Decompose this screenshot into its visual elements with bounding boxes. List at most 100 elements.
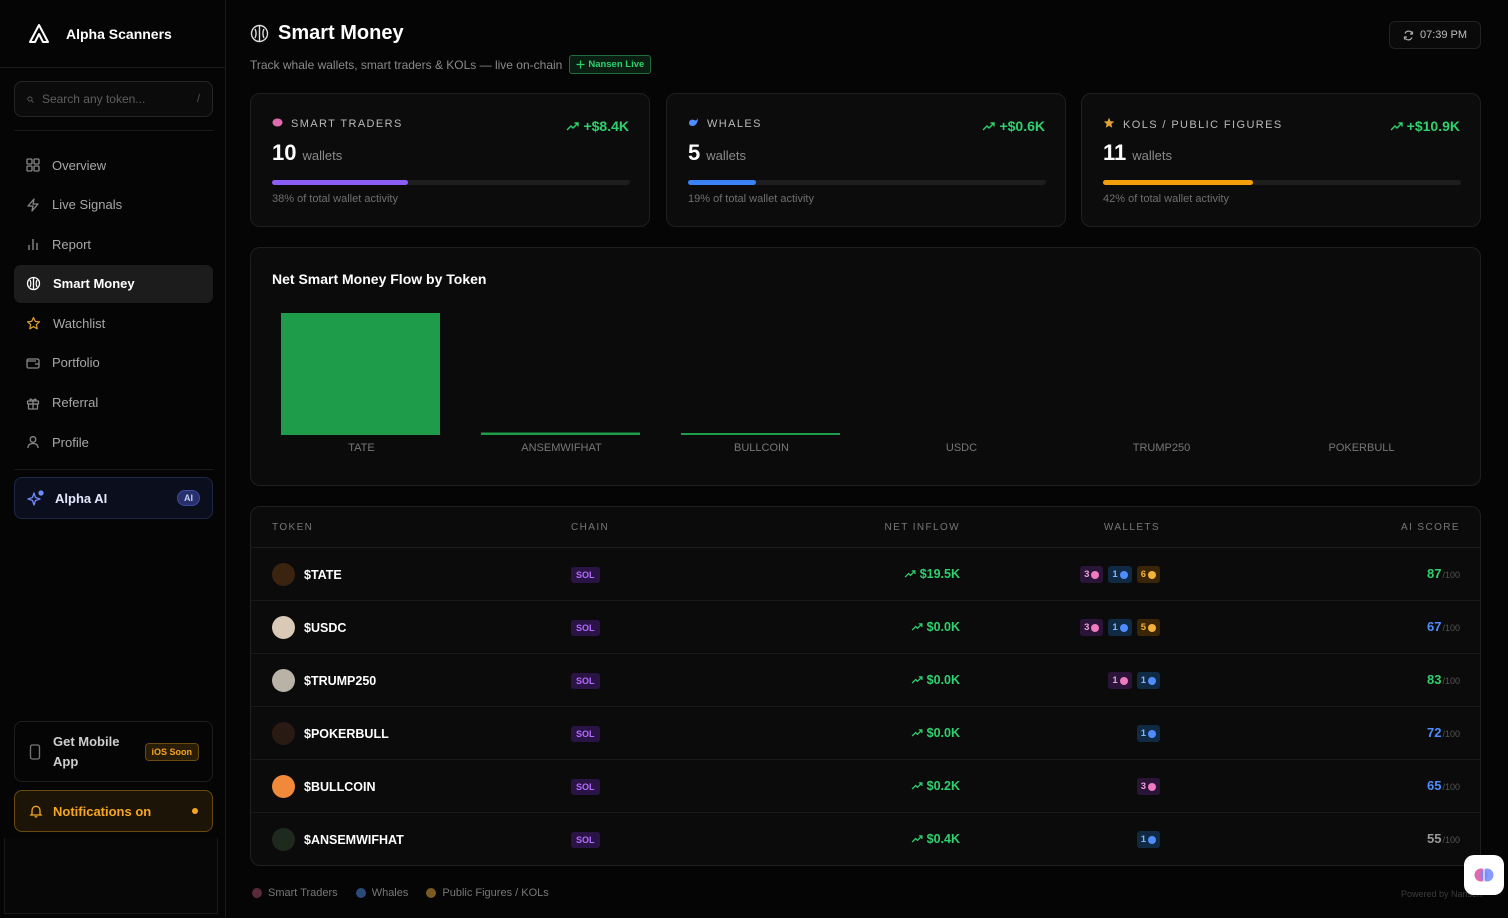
trend-up-icon [904,570,916,578]
table-row[interactable]: $ANSEMWIFHAT SOL $0.4K 1 55/100 [251,813,1480,865]
score-value: 65 [1427,778,1442,793]
nav-item-live-signals[interactable]: Live Signals [14,186,213,224]
user-icon [27,436,39,449]
token-avatar [272,669,295,692]
brain-small-icon [1091,623,1100,632]
table-row[interactable]: $TRUMP250 SOL $0.0K 11 83/100 [251,654,1480,707]
alpha-ai-button[interactable]: Alpha AI AI [14,477,213,519]
nav-item-referral[interactable]: Referral [14,384,213,422]
trend-up-icon [911,676,923,684]
card-count: 10 [272,140,297,165]
notifications-toggle[interactable]: Notifications on [14,790,213,832]
whale-count: 1 [1108,566,1132,583]
stat-card-smart-traders[interactable]: SMART TRADERS +$8.4K 10 wallets 38% of to… [250,93,650,227]
brain-icon [1474,868,1494,882]
alpha-logo-icon [29,23,49,43]
bar-bullcoin[interactable] [681,433,840,435]
token-avatar [272,722,295,745]
whale-count: 1 [1136,725,1160,742]
token-symbol[interactable]: $BULLCOIN [304,780,376,794]
token-cell: $BULLCOIN [272,775,376,798]
score-suffix: /100 [1442,729,1460,739]
net-inflow-cell: $0.0K [911,620,960,634]
nav-label: Referral [52,395,99,411]
progress-fill [272,180,409,185]
nav-item-profile[interactable]: Profile [14,423,213,461]
grid-icon [26,158,40,172]
bar-ansemwifhat[interactable] [481,432,640,435]
stat-card-whales[interactable]: WHALES +$0.6K 5 wallets 19% of total wall… [666,93,1066,227]
kol-count: 6 [1136,566,1160,583]
token-cell: $TRUMP250 [272,669,376,692]
count: 1 [1112,622,1118,633]
card-flow: +$0.6K [999,118,1045,134]
nav-item-overview[interactable]: Overview [14,146,213,184]
nav-item-watchlist[interactable]: Watchlist [14,304,213,342]
wallet-icon [26,358,40,369]
refresh-clock-button[interactable]: 07:39 PM [1389,21,1481,49]
wallets-cell: 3 1 6 [1080,566,1160,583]
token-symbol[interactable]: $TATE [304,568,342,582]
token-symbol[interactable]: $ANSEMWIFHAT [304,833,404,847]
nav-item-report[interactable]: Report [14,225,213,263]
bar-tate[interactable] [281,313,440,435]
token-avatar [272,616,295,639]
stat-card-kols[interactable]: KOLS / PUBLIC FIGURES +$10.9K 11 wallets … [1081,93,1481,227]
table-row[interactable]: $POKERBULL SOL $0.0K 1 72/100 [251,707,1480,760]
brand[interactable]: Alpha Scanners [0,0,225,68]
notification-dot [192,808,198,814]
ai-assistant-fab[interactable] [1464,855,1504,895]
whale-icon [1148,676,1156,685]
card-unit: wallets [1132,148,1173,163]
get-mobile-app-button[interactable]: Get Mobile App iOS Soon [14,721,213,782]
clock-time: 07:39 PM [1419,29,1468,41]
nav-item-smart-money[interactable]: Smart Money [14,264,213,303]
pulse-icon [576,60,585,69]
notifications-label: Notifications on [53,803,152,819]
ai-score-cell: 67/100 [1427,619,1460,634]
x-tick-label: TATE [348,442,374,454]
legend-label: Smart Traders [268,887,338,899]
ai-badge: AI [177,490,200,506]
whale-icon [1148,835,1156,844]
header-net-inflow[interactable]: NET INFLOW [885,522,960,533]
card-flow: +$10.9K [1406,118,1460,134]
nav-label: Overview [52,157,107,173]
whale-count: 1 [1136,831,1160,848]
smart-money-table: TOKEN CHAIN NET INFLOW WALLETS AI SCORE … [250,506,1481,866]
table-row[interactable]: $USDC SOL $0.0K 3 1 5 67/100 [251,601,1480,654]
divider [14,130,213,131]
page-header: Smart Money [250,22,404,45]
nav-item-portfolio[interactable]: Portfolio [14,344,213,382]
whale-count: 1 [1108,619,1132,636]
whale-icon [1119,570,1128,579]
star-icon [1103,117,1115,132]
count: 1 [1112,675,1118,686]
score-value: 67 [1427,619,1442,634]
whale-icon [1148,729,1156,738]
brain-small-icon [1091,570,1100,579]
app-name: Alpha Scanners [66,25,172,42]
header-wallets[interactable]: WALLETS [1104,522,1160,533]
legend-item: Smart Traders [252,887,338,899]
token-symbol[interactable]: $USDC [304,621,346,635]
search-input[interactable] [41,92,197,106]
trend-up-icon [566,121,580,130]
card-share-text: 19% of total wallet activity [688,193,814,205]
search-box[interactable]: / [14,81,213,117]
smart-trader-count: 3 [1136,778,1160,795]
header-token[interactable]: TOKEN [272,522,313,533]
token-cell: $TATE [272,563,342,586]
token-symbol[interactable]: $POKERBULL [304,727,389,741]
inflow-value: $0.0K [926,673,960,687]
table-row[interactable]: $TATE SOL $19.5K 3 1 6 87/100 [251,548,1480,601]
header-chain[interactable]: CHAIN [571,522,609,533]
whale-icon [688,117,699,131]
star-icon [1148,623,1156,632]
inflow-value: $0.0K [926,620,960,634]
token-symbol[interactable]: $TRUMP250 [304,674,376,688]
table-row[interactable]: $BULLCOIN SOL $0.2K 3 65/100 [251,760,1480,813]
brain-small-icon [252,888,262,898]
brain-icon [26,277,41,291]
header-ai-score[interactable]: AI SCORE [1401,522,1460,533]
